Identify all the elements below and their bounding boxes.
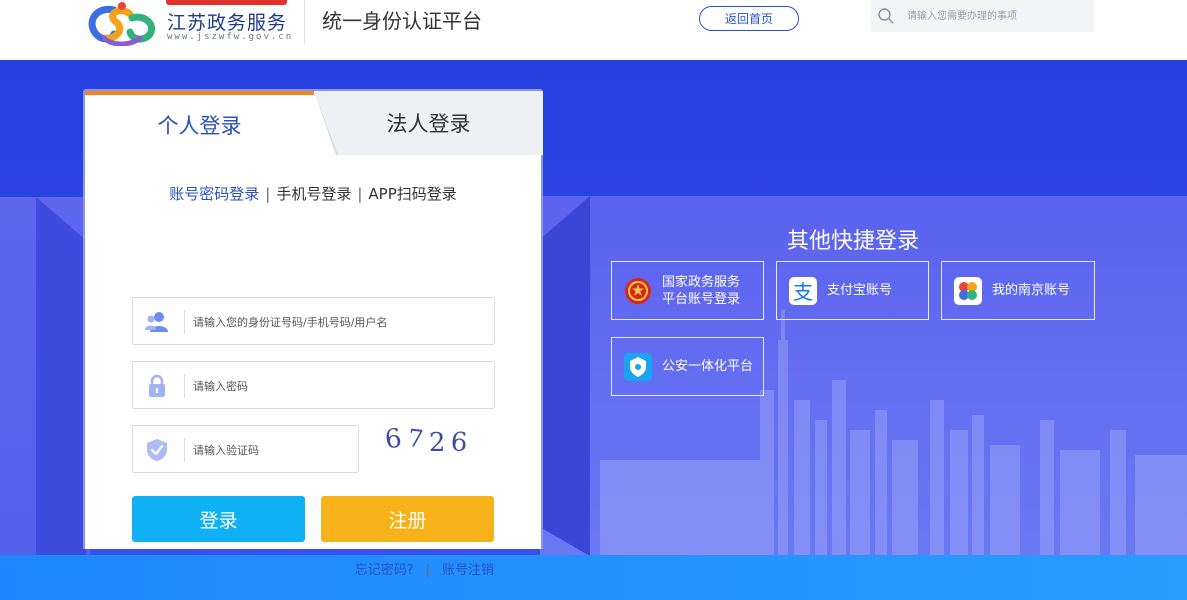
method-separator: |	[265, 185, 271, 203]
field-divider	[184, 374, 185, 398]
banner-left-fold	[36, 197, 86, 557]
captcha-char: 2	[428, 428, 452, 458]
quick-login-label: 我的南京账号	[992, 283, 1071, 298]
username-field[interactable]	[132, 297, 495, 345]
shield-icon	[147, 439, 167, 461]
method-account-password[interactable]: 账号密码登录	[169, 185, 259, 203]
quick-login-title: 其他快捷登录	[786, 229, 919, 254]
platform-title: 统一身份认证平台	[322, 9, 482, 33]
banner-bottom-strip	[0, 555, 1187, 600]
header-divider	[304, 0, 305, 44]
password-field[interactable]	[132, 361, 495, 409]
captcha-char: 6	[450, 427, 475, 459]
search-input[interactable]	[907, 5, 1087, 27]
my-nanjing-icon	[954, 276, 982, 305]
quick-login-alipay[interactable]: 支 支付宝账号	[776, 261, 929, 320]
forgot-password-link[interactable]: 忘记密码?	[355, 563, 414, 578]
national-emblem-icon	[625, 277, 651, 304]
logo-ribbon	[166, 0, 287, 5]
jiangsu-logo-icon[interactable]	[86, 0, 158, 46]
back-home-button[interactable]: 返回首页	[699, 6, 799, 31]
method-phone[interactable]: 手机号登录	[276, 185, 351, 203]
quick-login-label: 公安一体化平台	[662, 359, 754, 374]
field-divider	[184, 310, 185, 334]
tab-personal-login[interactable]: 个人登录	[85, 91, 314, 155]
quick-login-my-nanjing[interactable]: 我的南京账号	[941, 261, 1095, 320]
alipay-icon: 支	[789, 276, 817, 305]
register-button[interactable]: 注册	[321, 496, 494, 542]
captcha-input[interactable]	[193, 438, 353, 462]
captcha-field[interactable]	[132, 425, 359, 473]
header: 江苏政务服务 www.jszwfw.gov.cn 统一身份认证平台 返回首页	[0, 0, 1187, 60]
password-input[interactable]	[193, 374, 483, 398]
logo-text: 江苏政务服务	[167, 12, 288, 34]
login-button[interactable]: 登录	[132, 496, 305, 542]
tab-company-login[interactable]: 法人登录	[314, 91, 543, 155]
method-separator: |	[357, 185, 363, 203]
method-app-scan[interactable]: APP扫码登录	[368, 185, 456, 203]
login-card: 法人登录 个人登录 账号密码登录 | 手机号登录 | APP扫码登录 请输入您的…	[83, 89, 543, 578]
quick-login-panel-fold	[540, 196, 590, 556]
logo-url-text: www.jszwfw.gov.cn	[167, 32, 294, 42]
link-separator: |	[425, 563, 430, 578]
city-skyline-image	[600, 310, 1187, 556]
account-links: 忘记密码? | 账号注销	[355, 559, 494, 578]
lock-icon	[149, 374, 165, 397]
field-divider	[184, 438, 185, 462]
cancel-account-link[interactable]: 账号注销	[442, 563, 494, 578]
search-box[interactable]	[871, 0, 1094, 32]
captcha-image[interactable]: 6726	[383, 422, 505, 464]
quick-login-police[interactable]: 公安一体化平台	[611, 337, 764, 396]
quick-login-label: 支付宝账号	[827, 283, 893, 298]
quick-login-label: 国家政务服务 平台账号登录	[662, 274, 741, 307]
police-badge-icon	[624, 352, 652, 381]
captcha-char: 7	[406, 423, 431, 455]
quick-login-national[interactable]: 国家政务服务 平台账号登录	[611, 261, 764, 320]
search-icon[interactable]	[877, 7, 895, 25]
svg-text:支: 支	[793, 280, 813, 304]
user-icon	[145, 312, 168, 332]
captcha-char: 6	[383, 422, 410, 456]
login-method-row: 账号密码登录 | 手机号登录 | APP扫码登录	[85, 183, 541, 204]
username-input[interactable]	[193, 310, 483, 334]
